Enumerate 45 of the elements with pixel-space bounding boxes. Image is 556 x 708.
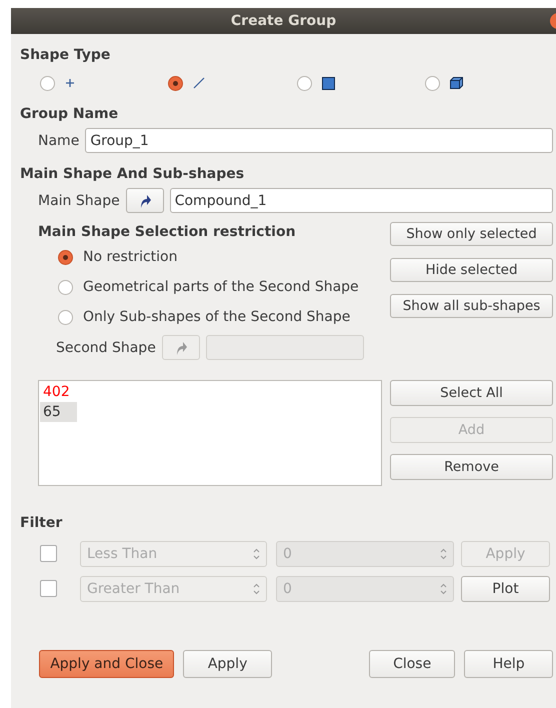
radio-button[interactable] <box>58 310 73 324</box>
checkbox[interactable] <box>40 545 57 562</box>
action-button[interactable]: Show all sub-shapes <box>390 294 553 318</box>
action-button[interactable]: Show only selected <box>390 222 553 246</box>
field-label: Name <box>38 132 80 148</box>
spin-arrows-icon <box>253 582 260 594</box>
filter-button[interactable]: Plot <box>461 576 550 602</box>
cube-icon <box>450 77 463 89</box>
radio-button[interactable] <box>168 76 184 90</box>
field-label: Second Shape <box>56 340 156 356</box>
radio-button[interactable] <box>424 76 440 90</box>
main-shape-field[interactable]: Compound_1 <box>170 188 553 213</box>
radio-label: Geometrical parts of the Second Shape <box>83 279 359 295</box>
checkbox[interactable] <box>40 580 57 597</box>
section-heading: Group Name <box>20 105 120 123</box>
dialog-button[interactable]: Apply and Close <box>39 650 174 678</box>
window-title: Create Group <box>230 13 336 29</box>
radio-label: No restriction <box>83 249 178 265</box>
action-button[interactable]: Remove <box>390 454 553 480</box>
radio-button[interactable] <box>58 250 73 264</box>
action-button[interactable]: Hide selected <box>390 258 553 282</box>
subsection-heading: Main Shape Selection restriction <box>38 223 297 242</box>
dialog-button[interactable]: Help <box>464 650 553 678</box>
radio-label: Only Sub-shapes of the Second Shape <box>83 309 350 325</box>
spin-arrows-icon <box>440 582 447 594</box>
field-label: Main Shape <box>38 192 120 208</box>
list-item[interactable]: 65 <box>40 402 77 422</box>
section-heading: Shape Type <box>20 46 112 64</box>
radio-button[interactable] <box>58 280 73 294</box>
action-button[interactable]: Select All <box>390 380 553 406</box>
line-icon <box>193 77 206 89</box>
spin-arrows-icon <box>440 548 447 560</box>
section-heading: Main Shape And Sub-shapes <box>20 165 246 183</box>
plus-icon <box>65 78 75 88</box>
select-button[interactable] <box>126 188 164 213</box>
dialog-button[interactable]: Close <box>368 650 456 678</box>
list-item[interactable]: 402 <box>40 382 77 402</box>
name-field[interactable]: Group_1 <box>85 128 553 153</box>
radio-button[interactable] <box>296 76 312 90</box>
dialog-button[interactable]: Apply <box>183 650 272 678</box>
id-list[interactable]: 402 65 <box>38 380 382 486</box>
radio-button[interactable] <box>40 76 55 90</box>
section-heading: Filter <box>20 514 64 532</box>
square-icon <box>322 76 334 90</box>
spin-arrows-icon <box>253 548 260 560</box>
